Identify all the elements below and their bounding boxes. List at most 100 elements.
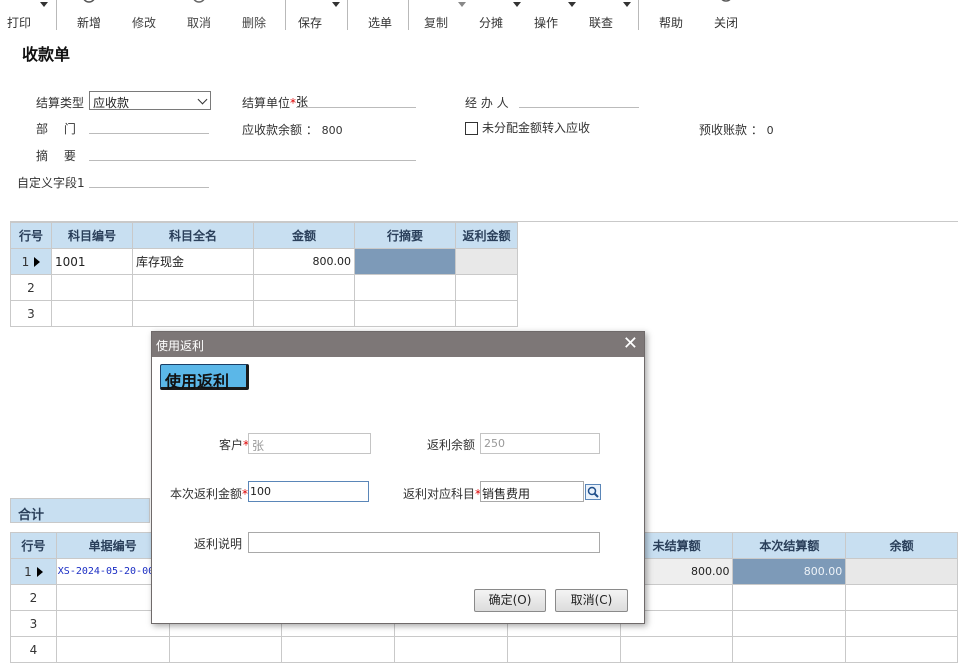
table-row[interactable]: 3: [10, 300, 518, 327]
close-button[interactable]: 关闭: [709, 0, 743, 32]
cell-line-summary[interactable]: [354, 274, 456, 301]
cell[interactable]: [732, 610, 847, 637]
cell-name[interactable]: 库存现金: [132, 248, 254, 275]
cell[interactable]: [845, 636, 958, 663]
operation-button[interactable]: 操作: [529, 0, 563, 32]
dept-field[interactable]: [89, 119, 209, 134]
save-button[interactable]: 保存: [293, 0, 327, 32]
cell[interactable]: [168, 636, 283, 663]
rebate-balance-label: 返利余额: [427, 438, 476, 452]
delete-button[interactable]: 删除: [237, 0, 271, 32]
cell-rebate-amount[interactable]: [455, 300, 518, 327]
allocate-button[interactable]: 分摊: [474, 0, 508, 32]
cell[interactable]: [506, 636, 621, 663]
query-icon: [594, 0, 608, 6]
row-number: 1: [10, 558, 57, 585]
dialog-close-icon[interactable]: ✕: [623, 334, 638, 354]
rebate-account-input[interactable]: 销售费用: [480, 481, 584, 502]
current-row-indicator-icon: [36, 567, 43, 577]
rebate-note-input[interactable]: [248, 532, 600, 553]
row-number: 1: [10, 248, 52, 275]
cell-code[interactable]: 1001: [51, 248, 133, 275]
cell-amount[interactable]: 800.00: [253, 248, 355, 275]
allocate-dropdown-icon[interactable]: [513, 2, 521, 7]
customer-label: 客户*: [219, 438, 250, 452]
col-header[interactable]: 金额: [253, 222, 355, 249]
copy-button[interactable]: 复制: [419, 0, 453, 32]
table-row[interactable]: 1 1001 库存现金 800.00: [10, 248, 518, 275]
rebate-amount-input[interactable]: 100: [248, 481, 369, 502]
table-row[interactable]: 4: [10, 636, 958, 663]
toolbar-separator: [408, 0, 409, 30]
cell-code[interactable]: [51, 274, 133, 301]
operation-icon: [539, 0, 553, 6]
cell[interactable]: [281, 636, 396, 663]
col-header[interactable]: 本次结算额: [732, 532, 847, 559]
customer-field[interactable]: 张: [248, 433, 371, 454]
query-button[interactable]: 联查: [584, 0, 618, 32]
operation-dropdown-icon[interactable]: [568, 2, 576, 7]
col-header[interactable]: 科目编号: [51, 222, 133, 249]
help-icon: [664, 0, 678, 6]
col-header[interactable]: 科目全名: [132, 222, 254, 249]
unassigned-checkbox[interactable]: [465, 122, 478, 135]
magnifier-icon: [587, 486, 599, 498]
edit-button[interactable]: 修改: [127, 0, 161, 32]
col-header[interactable]: 行号: [10, 222, 52, 249]
cell[interactable]: [55, 636, 170, 663]
col-header[interactable]: 行号: [10, 532, 57, 559]
cell[interactable]: [732, 584, 847, 611]
print-button[interactable]: 打印: [3, 0, 35, 32]
receivable-balance-label: 应收款余额 ： 800: [242, 123, 343, 137]
toolbar-separator: [638, 0, 639, 30]
cell[interactable]: [394, 636, 508, 663]
current-row-indicator-icon: [34, 257, 41, 267]
help-button[interactable]: 帮助: [654, 0, 688, 32]
col-header[interactable]: 返利金额: [455, 222, 518, 249]
dept-label: 部 门: [36, 122, 76, 136]
save-dropdown-icon[interactable]: [332, 2, 340, 7]
table-row[interactable]: 2: [10, 274, 518, 301]
cell-line-summary[interactable]: [354, 248, 456, 275]
col-header[interactable]: 余额: [845, 532, 958, 559]
cancel-edit-button[interactable]: 取消: [182, 0, 216, 32]
copy-dropdown-icon[interactable]: [458, 2, 466, 7]
rebate-dialog: 使用返利 ✕ 使用返利 客户* 张 返利余额 250 本次返利金额* 100 返…: [151, 331, 645, 624]
print-icon: [12, 0, 26, 6]
select-order-button[interactable]: 选单: [363, 0, 397, 32]
select-icon: [373, 0, 387, 6]
settle-unit-field[interactable]: 张: [296, 93, 416, 109]
edit-icon: [137, 0, 151, 6]
cell[interactable]: [845, 610, 958, 637]
cell-balance[interactable]: [845, 558, 958, 585]
query-dropdown-icon[interactable]: [623, 2, 631, 7]
rebate-balance-field[interactable]: 250: [480, 433, 600, 454]
print-dropdown-icon[interactable]: [40, 2, 48, 7]
cell-settle-amount[interactable]: 800.00: [732, 558, 847, 585]
cell-rebate-amount[interactable]: [455, 248, 518, 275]
settle-unit-label: 结算单位*: [242, 96, 297, 110]
add-button[interactable]: 新增: [72, 0, 106, 32]
handler-field[interactable]: [519, 93, 639, 108]
ok-button[interactable]: 确定(O): [474, 589, 546, 612]
cell-name[interactable]: [132, 300, 254, 327]
settle-type-select[interactable]: 应收款: [89, 91, 211, 110]
col-header[interactable]: 行摘要: [354, 222, 456, 249]
cell[interactable]: [732, 636, 847, 663]
cell-name[interactable]: [132, 274, 254, 301]
chevron-down-icon: [197, 94, 208, 105]
dialog-title: 使用返利: [156, 339, 205, 353]
dialog-titlebar[interactable]: 使用返利 ✕: [152, 332, 644, 357]
cell-amount[interactable]: [253, 300, 355, 327]
cell-code[interactable]: [51, 300, 133, 327]
cancel-button[interactable]: 取消(C): [555, 589, 628, 612]
delete-icon: [247, 0, 261, 6]
lookup-search-icon[interactable]: [585, 484, 601, 500]
cell[interactable]: [845, 584, 958, 611]
cell-line-summary[interactable]: [354, 300, 456, 327]
custom-field-input[interactable]: [89, 173, 209, 188]
cell-rebate-amount[interactable]: [455, 274, 518, 301]
cell[interactable]: [619, 636, 734, 663]
summary-field[interactable]: [89, 146, 416, 161]
cell-amount[interactable]: [253, 274, 355, 301]
